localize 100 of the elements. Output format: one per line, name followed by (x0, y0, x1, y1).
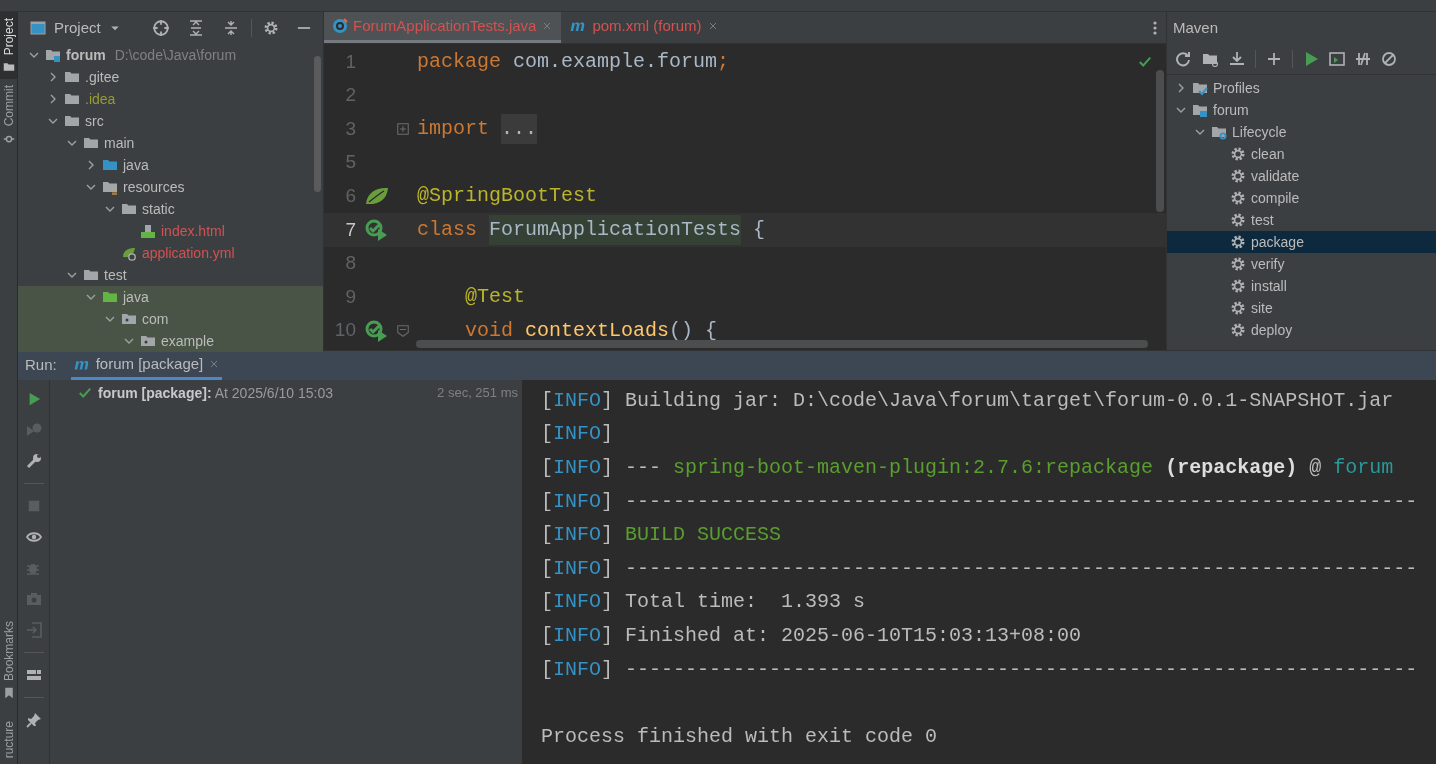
tree-item[interactable]: clean (1251, 143, 1285, 165)
package-folder-icon (121, 311, 137, 327)
tree-item[interactable]: example (161, 330, 214, 352)
annotation-text: @Test (465, 283, 525, 310)
scrollbar[interactable] (1156, 70, 1164, 212)
console-text: [ (541, 656, 553, 683)
tree-item[interactable]: Profiles (1213, 77, 1260, 99)
keyword-text: import (417, 116, 489, 142)
tree-item[interactable]: Lifecycle (1232, 121, 1287, 143)
toggle-offline-icon[interactable] (1355, 51, 1371, 67)
terminal-window-icon[interactable] (1329, 51, 1345, 67)
console-text: ] --- (601, 455, 662, 481)
console-text: ] ------------------------------------------------------------------ (601, 555, 1418, 582)
line-number: 6 (344, 183, 356, 208)
line-number: 8 (344, 251, 356, 276)
run-check-icon[interactable] (365, 319, 389, 342)
folder-icon (64, 69, 80, 85)
folder-gear-icon (1211, 124, 1227, 140)
expand-all-icon[interactable] (188, 20, 205, 36)
gear-icon (1230, 190, 1246, 206)
tree-item[interactable]: java (123, 154, 149, 176)
file-icon (140, 223, 156, 239)
console-text: ] Finished at: 2025-06-10T15:03:13+08:00 (601, 622, 1082, 649)
tree-item[interactable]: verify (1251, 253, 1285, 275)
side-tab[interactable]: Bookmarks (0, 614, 17, 705)
crosshair-icon[interactable] (151, 19, 170, 37)
line-number: 9 (344, 284, 356, 309)
tree-item[interactable]: java (123, 286, 149, 308)
console-text: @ (1309, 455, 1322, 481)
tree-item[interactable]: com (142, 308, 169, 330)
refresh-icon[interactable] (1175, 51, 1191, 67)
pin-icon[interactable] (25, 712, 42, 728)
tree-item[interactable]: compile (1251, 187, 1300, 209)
panel-title: Run: (25, 355, 57, 376)
tree-item[interactable]: deploy (1251, 319, 1293, 341)
line-number: 1 (344, 49, 356, 74)
line-number: 10 (333, 318, 356, 343)
folded-code: ... (501, 114, 538, 144)
folder-icon (83, 267, 99, 283)
panel-title: Maven (1173, 17, 1219, 38)
tree-item[interactable]: forum (66, 44, 106, 66)
fold-expand-icon[interactable] (397, 123, 409, 135)
gear-icon (1230, 322, 1246, 338)
console-text: (repackage) (1165, 455, 1298, 481)
tree-item[interactable]: .gitee (85, 66, 120, 88)
gear-icon (1230, 168, 1246, 184)
folder-icon[interactable] (1201, 51, 1219, 67)
skip-icon[interactable] (1381, 51, 1397, 67)
console-text: INFO (553, 488, 602, 515)
layout-icon[interactable] (25, 667, 42, 683)
panel-title[interactable]: Project (54, 16, 101, 40)
window-icon (30, 20, 46, 36)
line-number: 7 (344, 217, 356, 242)
tree-item[interactable]: site (1251, 297, 1273, 319)
code-text: com.example.forum (512, 48, 718, 75)
tree-item[interactable]: static (142, 198, 175, 220)
console-text: [ (541, 387, 553, 414)
console-text: INFO (553, 387, 602, 414)
run-result[interactable]: forum [package]: At 2025/6/10 15:03 (98, 382, 334, 404)
gear-icon (1230, 256, 1246, 272)
gear-icon (1230, 278, 1246, 294)
settings-icon[interactable] (263, 20, 280, 36)
class-name: ForumApplicationTests (489, 214, 742, 245)
console-text: [ (541, 555, 553, 582)
folder-icon (1192, 102, 1208, 118)
tree-item[interactable]: package (1251, 231, 1304, 253)
folder-icon (121, 201, 137, 217)
collapse-all-icon[interactable] (222, 20, 239, 36)
tree-item[interactable]: install (1251, 275, 1287, 297)
tree-item[interactable]: src (85, 110, 104, 132)
run-icon[interactable] (1303, 51, 1319, 67)
run-check-icon[interactable] (365, 218, 389, 241)
tree-item[interactable]: test (1251, 209, 1274, 231)
console-text: ] ------------------------------------------------------------------ (601, 656, 1418, 683)
scrollbar[interactable] (416, 340, 1148, 348)
console-text: ] Total time: 1.393 s (601, 589, 866, 616)
console-text: ] Building jar: D:\code\Java\forum\target\forum-0.0.1-SNAPSHOT.jar (601, 387, 1394, 414)
eye-icon[interactable] (25, 529, 42, 545)
tree-item[interactable]: validate (1251, 165, 1300, 187)
keyword-text: void (465, 317, 513, 344)
leaf-icon[interactable] (365, 186, 389, 207)
plus-icon[interactable] (1266, 51, 1282, 67)
side-tab[interactable]: Project (0, 12, 17, 80)
fold-collapse-icon[interactable] (397, 323, 409, 338)
tree-item[interactable]: main (104, 132, 135, 154)
tree-item[interactable]: forum (1213, 99, 1249, 121)
scrollbar[interactable] (314, 56, 321, 192)
console-text: spring-boot-maven-plugin:2.7.6:repackage (673, 455, 1154, 481)
console-text: INFO (553, 455, 602, 481)
tree-item[interactable]: .idea (85, 88, 116, 110)
more-options-icon[interactable] (1152, 19, 1158, 36)
code-text: { (752, 216, 766, 243)
wrench-icon[interactable] (25, 453, 42, 469)
side-tab[interactable]: Commit (0, 79, 17, 151)
side-tab[interactable]: ructure (0, 714, 17, 764)
console-text: INFO (553, 421, 602, 448)
console-text: INFO (553, 555, 602, 582)
tree-item[interactable]: test (104, 264, 127, 286)
download-icon[interactable] (1229, 51, 1245, 67)
tree-item[interactable]: resources (123, 176, 185, 198)
